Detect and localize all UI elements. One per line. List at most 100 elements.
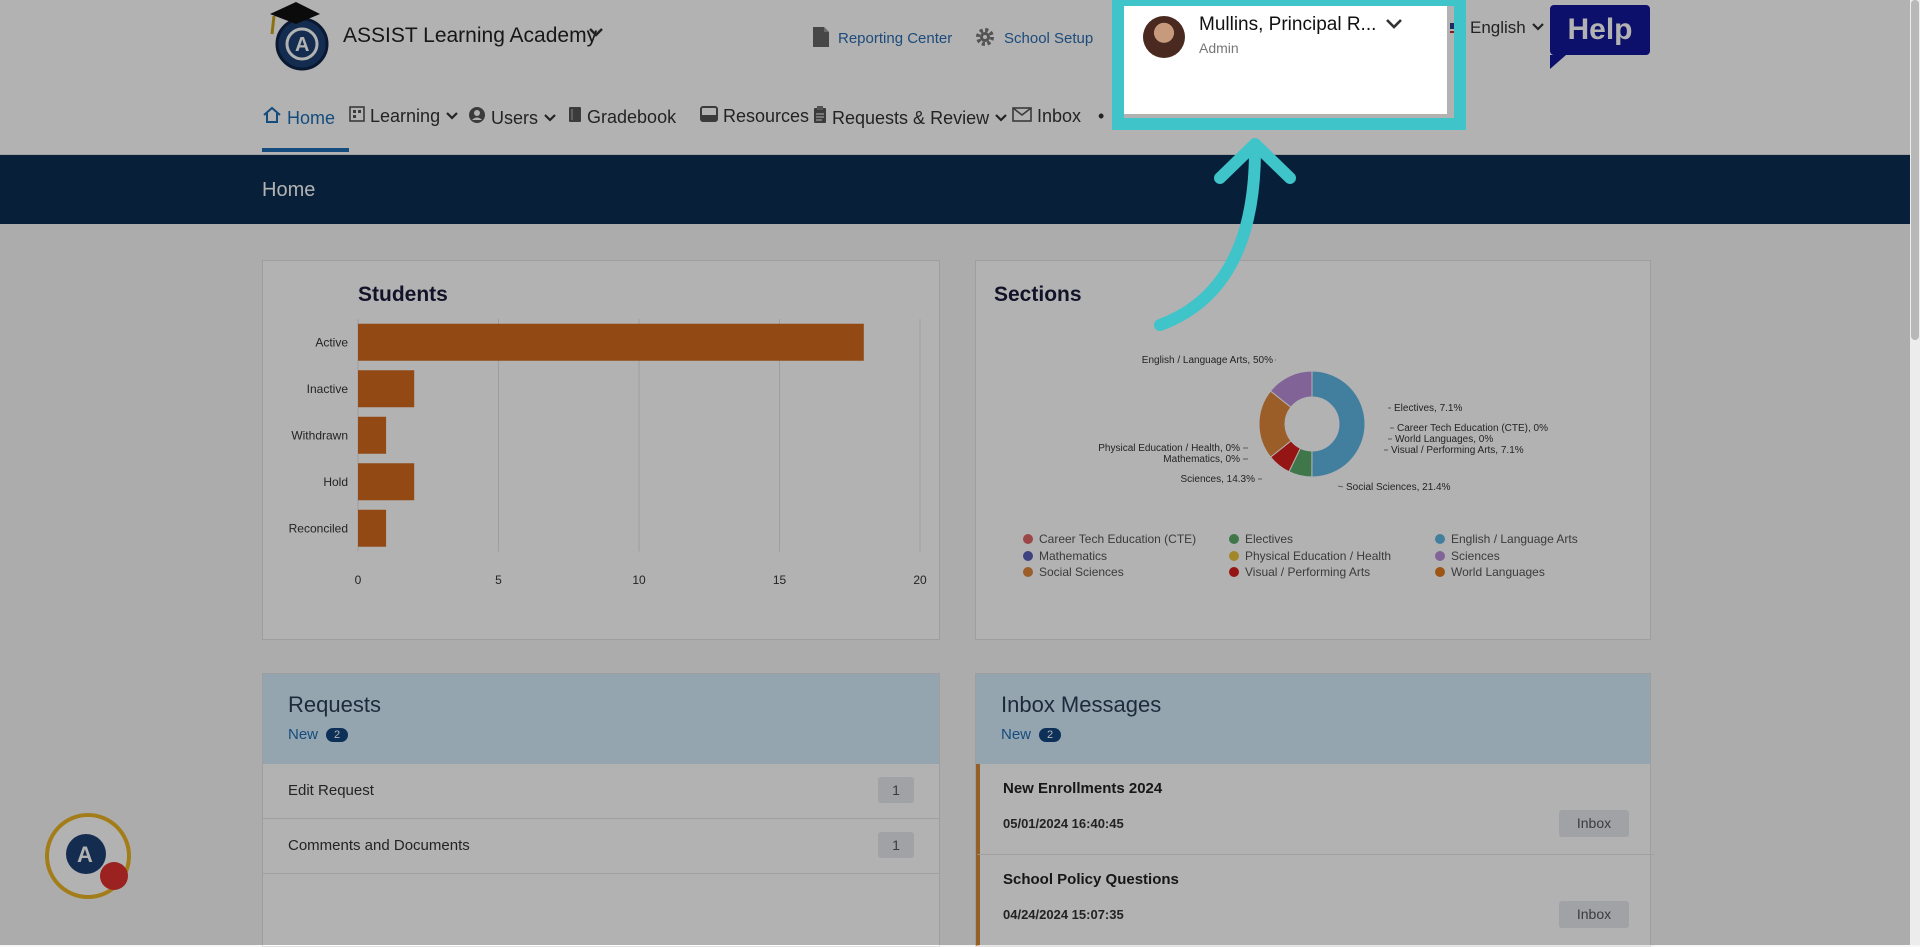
slice-label: Social Sciences, 21.4% bbox=[1346, 482, 1451, 493]
message-title: School Policy Questions bbox=[1003, 871, 1179, 888]
legend-label: Visual / Performing Arts bbox=[1245, 565, 1370, 579]
list-item[interactable]: Comments and Documents 1 bbox=[263, 819, 939, 874]
message-item[interactable]: New Enrollments 2024 05/01/2024 16:40:45… bbox=[976, 764, 1654, 855]
message-title: New Enrollments 2024 bbox=[1003, 780, 1163, 797]
school-logo[interactable]: A bbox=[262, 0, 334, 72]
inbox-button[interactable]: Inbox bbox=[1559, 901, 1629, 928]
bar bbox=[358, 323, 864, 361]
nav-home-label: Home bbox=[287, 108, 336, 128]
page-title: Home bbox=[262, 179, 316, 201]
requests-new-link[interactable]: New 2 bbox=[288, 726, 349, 743]
language-selector[interactable]: English bbox=[1450, 18, 1545, 38]
nav-inbox-label: Inbox bbox=[1037, 106, 1082, 126]
y-tick-label: Inactive bbox=[307, 382, 349, 396]
legend-marker bbox=[1435, 534, 1445, 544]
top-bar: A ASSIST Learning Academy Reporting Cent… bbox=[0, 0, 1920, 82]
requests-panel: Requests New 2 Edit Request 1 Comments an… bbox=[262, 673, 940, 947]
legend-label: Social Sciences bbox=[1039, 565, 1124, 579]
user-role: Admin bbox=[1199, 40, 1239, 56]
user-menu[interactable]: Mullins, Principal R... Admin bbox=[1131, 6, 1437, 82]
legend-label: Mathematics bbox=[1039, 549, 1107, 563]
legend-marker bbox=[1023, 567, 1033, 577]
y-tick-label: Active bbox=[315, 335, 348, 349]
slice-label: Mathematics, 0% bbox=[1163, 454, 1240, 465]
legend-marker bbox=[1023, 551, 1033, 561]
request-label: Comments and Documents bbox=[288, 837, 470, 854]
chevron-down-icon[interactable] bbox=[1385, 16, 1403, 36]
legend-label: Sciences bbox=[1451, 549, 1500, 563]
chevron-down-icon bbox=[994, 108, 1008, 128]
inbox-button[interactable]: Inbox bbox=[1559, 810, 1629, 837]
requests-header: Requests New 2 bbox=[263, 674, 939, 764]
scroll-thumb[interactable] bbox=[1911, 0, 1919, 340]
x-tick-label: 0 bbox=[355, 573, 362, 587]
request-label: Edit Request bbox=[288, 782, 374, 799]
y-tick-label: Reconciled bbox=[289, 521, 348, 535]
slice-label: Physical Education / Health, 0% bbox=[1098, 443, 1240, 454]
x-tick-label: 15 bbox=[773, 573, 787, 587]
message-date: 04/24/2024 15:07:35 bbox=[1003, 907, 1124, 922]
legend-label: World Languages bbox=[1451, 565, 1545, 579]
nav-home[interactable]: Home bbox=[262, 106, 335, 129]
message-date: 05/01/2024 16:40:45 bbox=[1003, 816, 1124, 831]
user-name: Mullins, Principal R... bbox=[1199, 14, 1377, 35]
message-item[interactable]: School Policy Questions 04/24/2024 15:07… bbox=[976, 855, 1654, 946]
legend-label: Physical Education / Health bbox=[1245, 549, 1391, 563]
school-setup-label: School Setup bbox=[1004, 29, 1094, 47]
nav-gradebook-label: Gradebook bbox=[587, 107, 677, 127]
students-chart: 0 5 10 15 20 Active Inactive Withdrawn Hold Recon… bbox=[289, 319, 927, 587]
nav-gradebook[interactable]: Gradebook bbox=[568, 106, 676, 128]
nav-resources-label: Resources bbox=[723, 106, 810, 126]
nav-users[interactable]: Users bbox=[468, 106, 557, 129]
inbox-tray-icon bbox=[700, 106, 718, 126]
reporting-center-link[interactable]: Reporting Center bbox=[812, 26, 952, 52]
nav-requests-review[interactable]: Requests & Review bbox=[813, 106, 1008, 129]
nav-inbox[interactable]: Inbox bbox=[1012, 106, 1081, 127]
nav-learning[interactable]: Learning bbox=[349, 106, 459, 127]
notification-dot-icon bbox=[100, 862, 128, 890]
gear-icon bbox=[974, 26, 996, 52]
chevron-down-icon[interactable] bbox=[588, 24, 604, 45]
envelope-icon bbox=[1012, 106, 1032, 126]
chevron-down-icon bbox=[445, 106, 459, 126]
school-name[interactable]: ASSIST Learning Academy bbox=[343, 24, 597, 48]
legend-marker bbox=[1023, 534, 1033, 544]
legend-label: Career Tech Education (CTE) bbox=[1039, 532, 1196, 546]
language-label: English bbox=[1470, 18, 1526, 37]
inbox-new-badge: 2 bbox=[1039, 728, 1062, 743]
x-tick-label: 5 bbox=[495, 573, 502, 587]
requests-new-badge: 2 bbox=[326, 728, 349, 743]
slice-label: English / Language Arts, 50% bbox=[1142, 355, 1273, 366]
svg-text:A: A bbox=[77, 842, 93, 867]
slice-label: Career Tech Education (CTE), 0% bbox=[1397, 423, 1548, 434]
legend-marker bbox=[1435, 551, 1445, 561]
requests-new-label: New bbox=[288, 726, 319, 743]
home-icon bbox=[262, 106, 282, 128]
list-item[interactable]: Edit Request 1 bbox=[263, 764, 939, 819]
inbox-panel: Inbox Messages New 2 New Enrollments 2024… bbox=[975, 673, 1654, 947]
bar bbox=[358, 509, 387, 547]
legend-label: Electives bbox=[1245, 532, 1293, 546]
main-nav: Home Learning Users Gradebook Resources … bbox=[0, 82, 1920, 155]
more-dot-icon[interactable]: • bbox=[1098, 106, 1104, 127]
avatar bbox=[1143, 16, 1185, 58]
clipboard-icon bbox=[813, 106, 827, 128]
inbox-title: Inbox Messages bbox=[1001, 692, 1162, 717]
y-tick-label: Hold bbox=[323, 475, 348, 489]
nav-resources[interactable]: Resources bbox=[700, 106, 809, 127]
school-setup-link[interactable]: School Setup bbox=[974, 26, 1093, 52]
page-banner: Home bbox=[0, 155, 1920, 224]
help-button[interactable]: Help bbox=[1550, 5, 1650, 69]
svg-text:A: A bbox=[295, 34, 309, 56]
document-icon bbox=[812, 26, 830, 52]
inbox-new-link[interactable]: New 2 bbox=[1001, 726, 1062, 743]
us-flag-icon bbox=[1450, 23, 1466, 35]
user-circle-icon bbox=[468, 107, 486, 128]
x-tick-label: 10 bbox=[632, 573, 646, 587]
bar bbox=[358, 370, 415, 408]
reporting-center-label: Reporting Center bbox=[838, 29, 953, 47]
book-icon bbox=[568, 107, 582, 127]
bar bbox=[358, 416, 387, 454]
nav-learning-label: Learning bbox=[370, 106, 441, 126]
students-card: Students 0 5 10 15 20 Active Inactive Withdrawn… bbox=[262, 260, 940, 640]
